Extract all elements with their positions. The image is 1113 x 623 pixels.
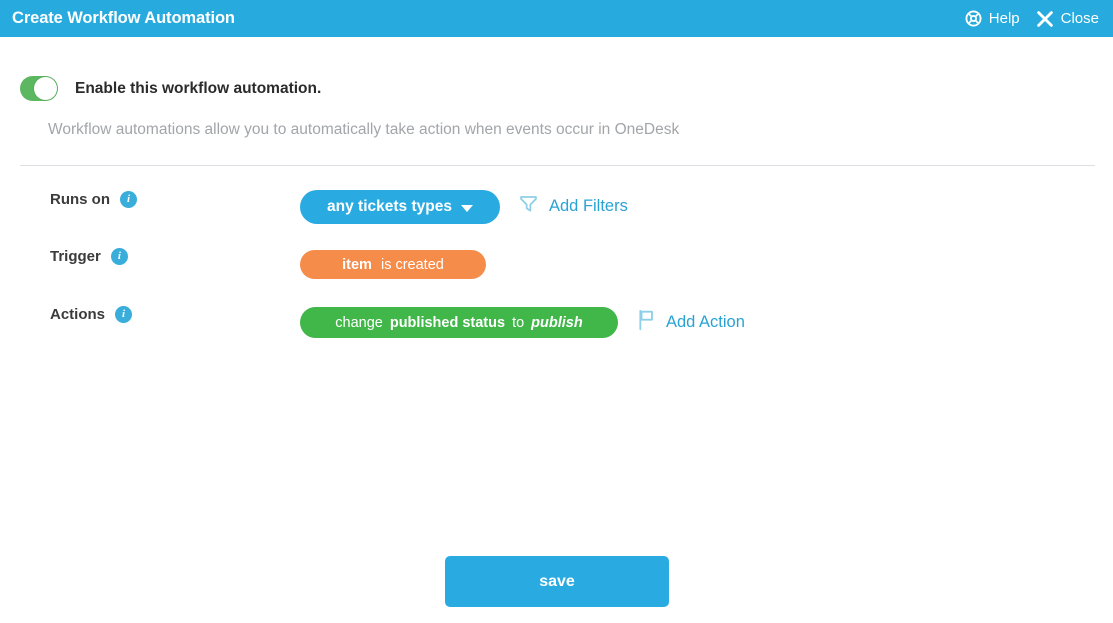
add-filters-label: Add Filters	[549, 196, 628, 215]
toggle-knob	[34, 77, 57, 100]
lifebuoy-icon	[965, 10, 982, 27]
header-actions: Help Close	[965, 10, 1099, 28]
action-verb: change	[335, 314, 383, 331]
trigger-label-group: Trigger i	[50, 248, 128, 265]
trigger-label: Trigger	[50, 248, 101, 265]
trigger-row: Trigger i item is created	[0, 248, 1113, 279]
dialog-header-bar: Create Workflow Automation Help Close	[0, 0, 1113, 37]
section-divider	[20, 165, 1095, 166]
automation-description: Workflow automations allow you to automa…	[48, 121, 680, 138]
add-action-button[interactable]: Add Action	[636, 309, 745, 336]
chevron-down-icon	[460, 204, 473, 212]
filter-funnel-icon	[518, 193, 539, 219]
actions-label: Actions	[50, 306, 106, 323]
runs-on-type-value: any tickets types	[327, 198, 452, 215]
info-icon[interactable]: i	[115, 306, 133, 323]
save-button[interactable]: save	[445, 556, 669, 607]
add-action-label: Add Action	[666, 313, 745, 331]
flag-icon	[636, 309, 656, 336]
close-button[interactable]: Close	[1036, 10, 1099, 28]
enable-automation-row: Enable this workflow automation.	[20, 76, 321, 101]
close-x-icon	[1036, 10, 1054, 28]
info-icon[interactable]: i	[110, 248, 128, 265]
trigger-subject: item	[342, 256, 372, 273]
enable-automation-label: Enable this workflow automation.	[75, 79, 322, 97]
actions-row: Actions i change published status to pub…	[0, 306, 1113, 338]
page-title: Create Workflow Automation	[12, 9, 235, 27]
action-pill[interactable]: change published status to publish	[300, 307, 618, 338]
close-label: Close	[1060, 9, 1099, 27]
trigger-condition-pill[interactable]: item is created	[300, 250, 486, 279]
add-filters-button[interactable]: Add Filters	[518, 193, 628, 219]
runs-on-type-dropdown[interactable]: any tickets types	[300, 190, 500, 224]
runs-on-label: Runs on	[50, 191, 110, 208]
action-connector: to	[512, 314, 525, 331]
action-value: publish	[531, 314, 583, 331]
enable-automation-toggle[interactable]	[20, 76, 58, 101]
runs-on-label-group: Runs on i	[50, 191, 137, 208]
action-field: published status	[389, 314, 506, 331]
help-button[interactable]: Help	[965, 10, 1020, 27]
info-icon[interactable]: i	[120, 191, 137, 208]
actions-label-group: Actions i	[50, 306, 133, 323]
help-label: Help	[988, 9, 1020, 27]
runs-on-row: Runs on i any tickets types Add Filters	[0, 190, 1113, 224]
trigger-predicate: is created	[380, 256, 444, 273]
